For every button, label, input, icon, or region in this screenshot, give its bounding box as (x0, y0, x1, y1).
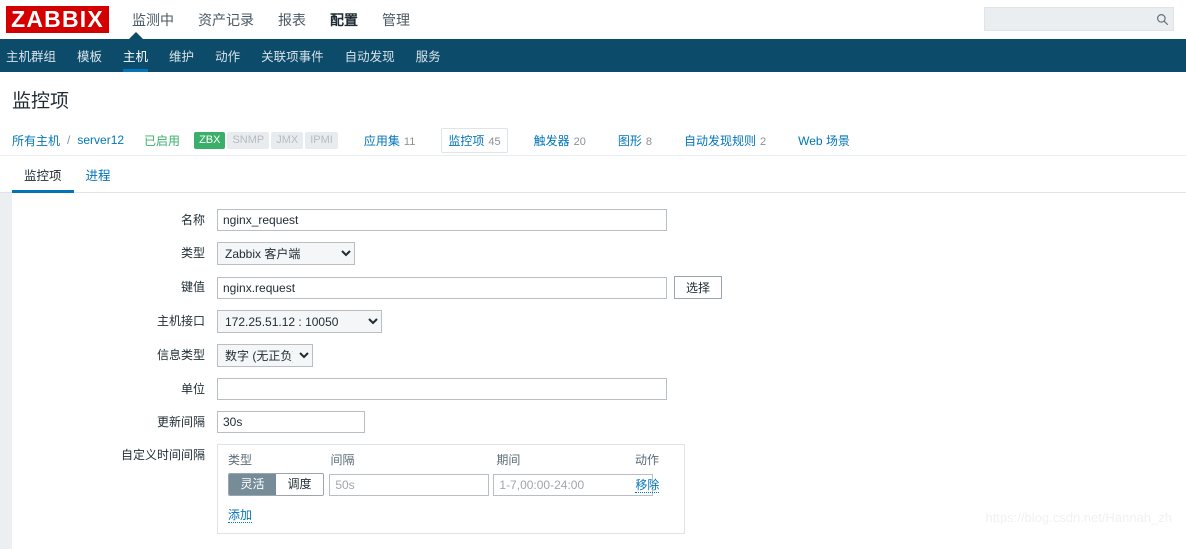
host-status-badge: 已启用 (144, 133, 181, 148)
object-link-discovery-rules[interactable]: 自动发现规则 2 (678, 128, 772, 153)
interval-type-scheduling[interactable]: 调度 (276, 474, 323, 495)
interval-period-input[interactable] (493, 473, 654, 496)
select-key-button[interactable]: 选择 (674, 276, 723, 299)
interval-type-toggle[interactable]: 灵活 调度 (228, 473, 324, 496)
breadcrumb: 所有主机 / server12 已启用 ZBX SNMP JMX IPMI 应用… (0, 125, 1186, 156)
add-interval-link[interactable]: 添加 (228, 508, 253, 523)
protocol-badge-ipmi: IPMI (305, 131, 338, 149)
units-input[interactable] (217, 378, 667, 400)
main-nav-item-inventory[interactable]: 资产记录 (197, 7, 255, 33)
protocol-badge-jmx: JMX (271, 131, 304, 149)
form-row-key: 键值 选择 (12, 276, 1186, 299)
item-form: 名称 类型 Zabbix 客户端 键值 选择 (12, 193, 1186, 549)
subnav-item-maintenance[interactable]: 维护 (169, 39, 194, 72)
label-info-type: 信息类型 (156, 348, 205, 362)
subnav-item-actions[interactable]: 动作 (215, 39, 240, 72)
label-key: 键值 (180, 280, 205, 294)
breadcrumb-host-name[interactable]: server12 (77, 133, 124, 147)
subnav-item-templates[interactable]: 模板 (77, 39, 102, 72)
column-header-action: 动作 (634, 453, 659, 467)
main-nav-item-reports[interactable]: 报表 (277, 7, 307, 33)
object-link-applications[interactable]: 应用集 11 (358, 128, 421, 153)
breadcrumb-all-hosts[interactable]: 所有主机 (12, 132, 60, 149)
form-row-units: 单位 (12, 378, 1186, 400)
tab-item[interactable]: 监控项 (12, 156, 74, 193)
label-host-interface: 主机接口 (156, 314, 205, 328)
object-link-applications-label[interactable]: 应用集 (364, 132, 400, 149)
object-link-discovery-rules-count: 2 (760, 135, 767, 148)
label-type: 类型 (180, 246, 205, 260)
form-row-info-type: 信息类型 数字 (无正负) (12, 344, 1186, 367)
host-interface-select[interactable]: 172.25.51.12 : 10050 (217, 310, 382, 333)
object-link-triggers[interactable]: 触发器 20 (528, 128, 592, 153)
main-nav-item-monitoring[interactable]: 监测中 (131, 7, 175, 33)
subnav-item-services[interactable]: 服务 (416, 39, 441, 72)
subnav-item-correlation[interactable]: 关联项事件 (261, 39, 324, 72)
form-row-update-interval: 更新间隔 (12, 411, 1186, 433)
top-header: ZABBIX 监测中 资产记录 报表 配置 管理 (0, 0, 1186, 39)
update-interval-input[interactable] (217, 411, 365, 433)
form-row-host-interface: 主机接口 172.25.51.12 : 10050 (12, 310, 1186, 333)
custom-interval-row: 灵活 调度 移除 (228, 473, 674, 504)
watermark: https://blog.csdn.net/Hannah_zh (985, 510, 1172, 525)
label-name: 名称 (180, 213, 205, 227)
protocol-badge-zbx: ZBX (194, 131, 226, 149)
column-header-period: 期间 (496, 453, 521, 467)
interval-type-flexible[interactable]: 灵活 (229, 474, 276, 495)
subnav-item-host-groups[interactable]: 主机群组 (6, 39, 56, 72)
label-custom-intervals: 自定义时间间隔 (120, 448, 205, 462)
object-link-applications-count: 11 (403, 135, 416, 148)
custom-interval-add-row: 添加 (228, 504, 674, 523)
search-icon[interactable] (1152, 13, 1173, 26)
main-navigation: 监测中 资产记录 报表 配置 管理 (131, 7, 411, 33)
name-input[interactable] (217, 209, 667, 231)
tab-preprocessing[interactable]: 进程 (74, 156, 123, 192)
form-row-type: 类型 Zabbix 客户端 (12, 242, 1186, 265)
form-tabs: 监控项 进程 (0, 156, 1186, 193)
main-nav-item-configuration[interactable]: 配置 (329, 7, 359, 33)
global-search[interactable] (984, 7, 1174, 31)
search-input[interactable] (985, 8, 1152, 30)
object-link-web-scenarios[interactable]: Web 场景 (792, 128, 856, 153)
object-link-graphs-label[interactable]: 图形 (618, 132, 642, 149)
label-units: 单位 (180, 382, 205, 396)
object-link-items-label[interactable]: 监控项 (448, 132, 484, 149)
zabbix-logo: ZABBIX (6, 6, 109, 33)
form-row-name: 名称 (12, 209, 1186, 231)
form-container: 名称 类型 Zabbix 客户端 键值 选择 (0, 193, 1186, 549)
subnav-item-discovery[interactable]: 自动发现 (345, 39, 395, 72)
object-link-triggers-count: 20 (573, 135, 586, 148)
custom-intervals-header: 类型 间隔 期间 动作 (228, 451, 674, 473)
object-link-graphs-count: 8 (645, 135, 652, 148)
left-gutter (0, 193, 12, 549)
object-link-discovery-rules-label[interactable]: 自动发现规则 (684, 132, 756, 149)
protocol-badge-snmp: SNMP (227, 131, 270, 149)
remove-interval-link[interactable]: 移除 (635, 478, 660, 493)
breadcrumb-separator: / (67, 133, 71, 147)
info-type-select[interactable]: 数字 (无正负) (217, 344, 313, 367)
column-header-type: 类型 (228, 453, 253, 467)
object-link-triggers-label[interactable]: 触发器 (534, 132, 570, 149)
page-title: 监控项 (12, 91, 70, 112)
object-link-items[interactable]: 监控项 45 (441, 127, 508, 153)
key-input[interactable] (217, 276, 667, 299)
type-select[interactable]: Zabbix 客户端 (217, 242, 355, 265)
column-header-interval: 间隔 (330, 453, 355, 467)
object-link-web-scenarios-label[interactable]: Web 场景 (798, 132, 850, 149)
interface-protocol-badges: ZBX SNMP JMX IPMI (194, 131, 338, 149)
sub-navigation: 主机群组 模板 主机 维护 动作 关联项事件 自动发现 服务 (0, 32, 1186, 72)
custom-intervals-table: 类型 间隔 期间 动作 灵活 调度 50s 1-7,00:00-24:00 移除… (217, 444, 685, 534)
interval-value-input[interactable] (329, 473, 490, 496)
label-update-interval: 更新间隔 (156, 415, 205, 429)
object-link-items-count: 45 (488, 135, 501, 148)
subnav-item-hosts[interactable]: 主机 (123, 39, 149, 72)
object-link-graphs[interactable]: 图形 8 (612, 128, 658, 153)
page-content: 监控项 所有主机 / server12 已启用 ZBX SNMP JMX IPM… (0, 72, 1186, 549)
main-nav-item-administration[interactable]: 管理 (381, 7, 411, 33)
